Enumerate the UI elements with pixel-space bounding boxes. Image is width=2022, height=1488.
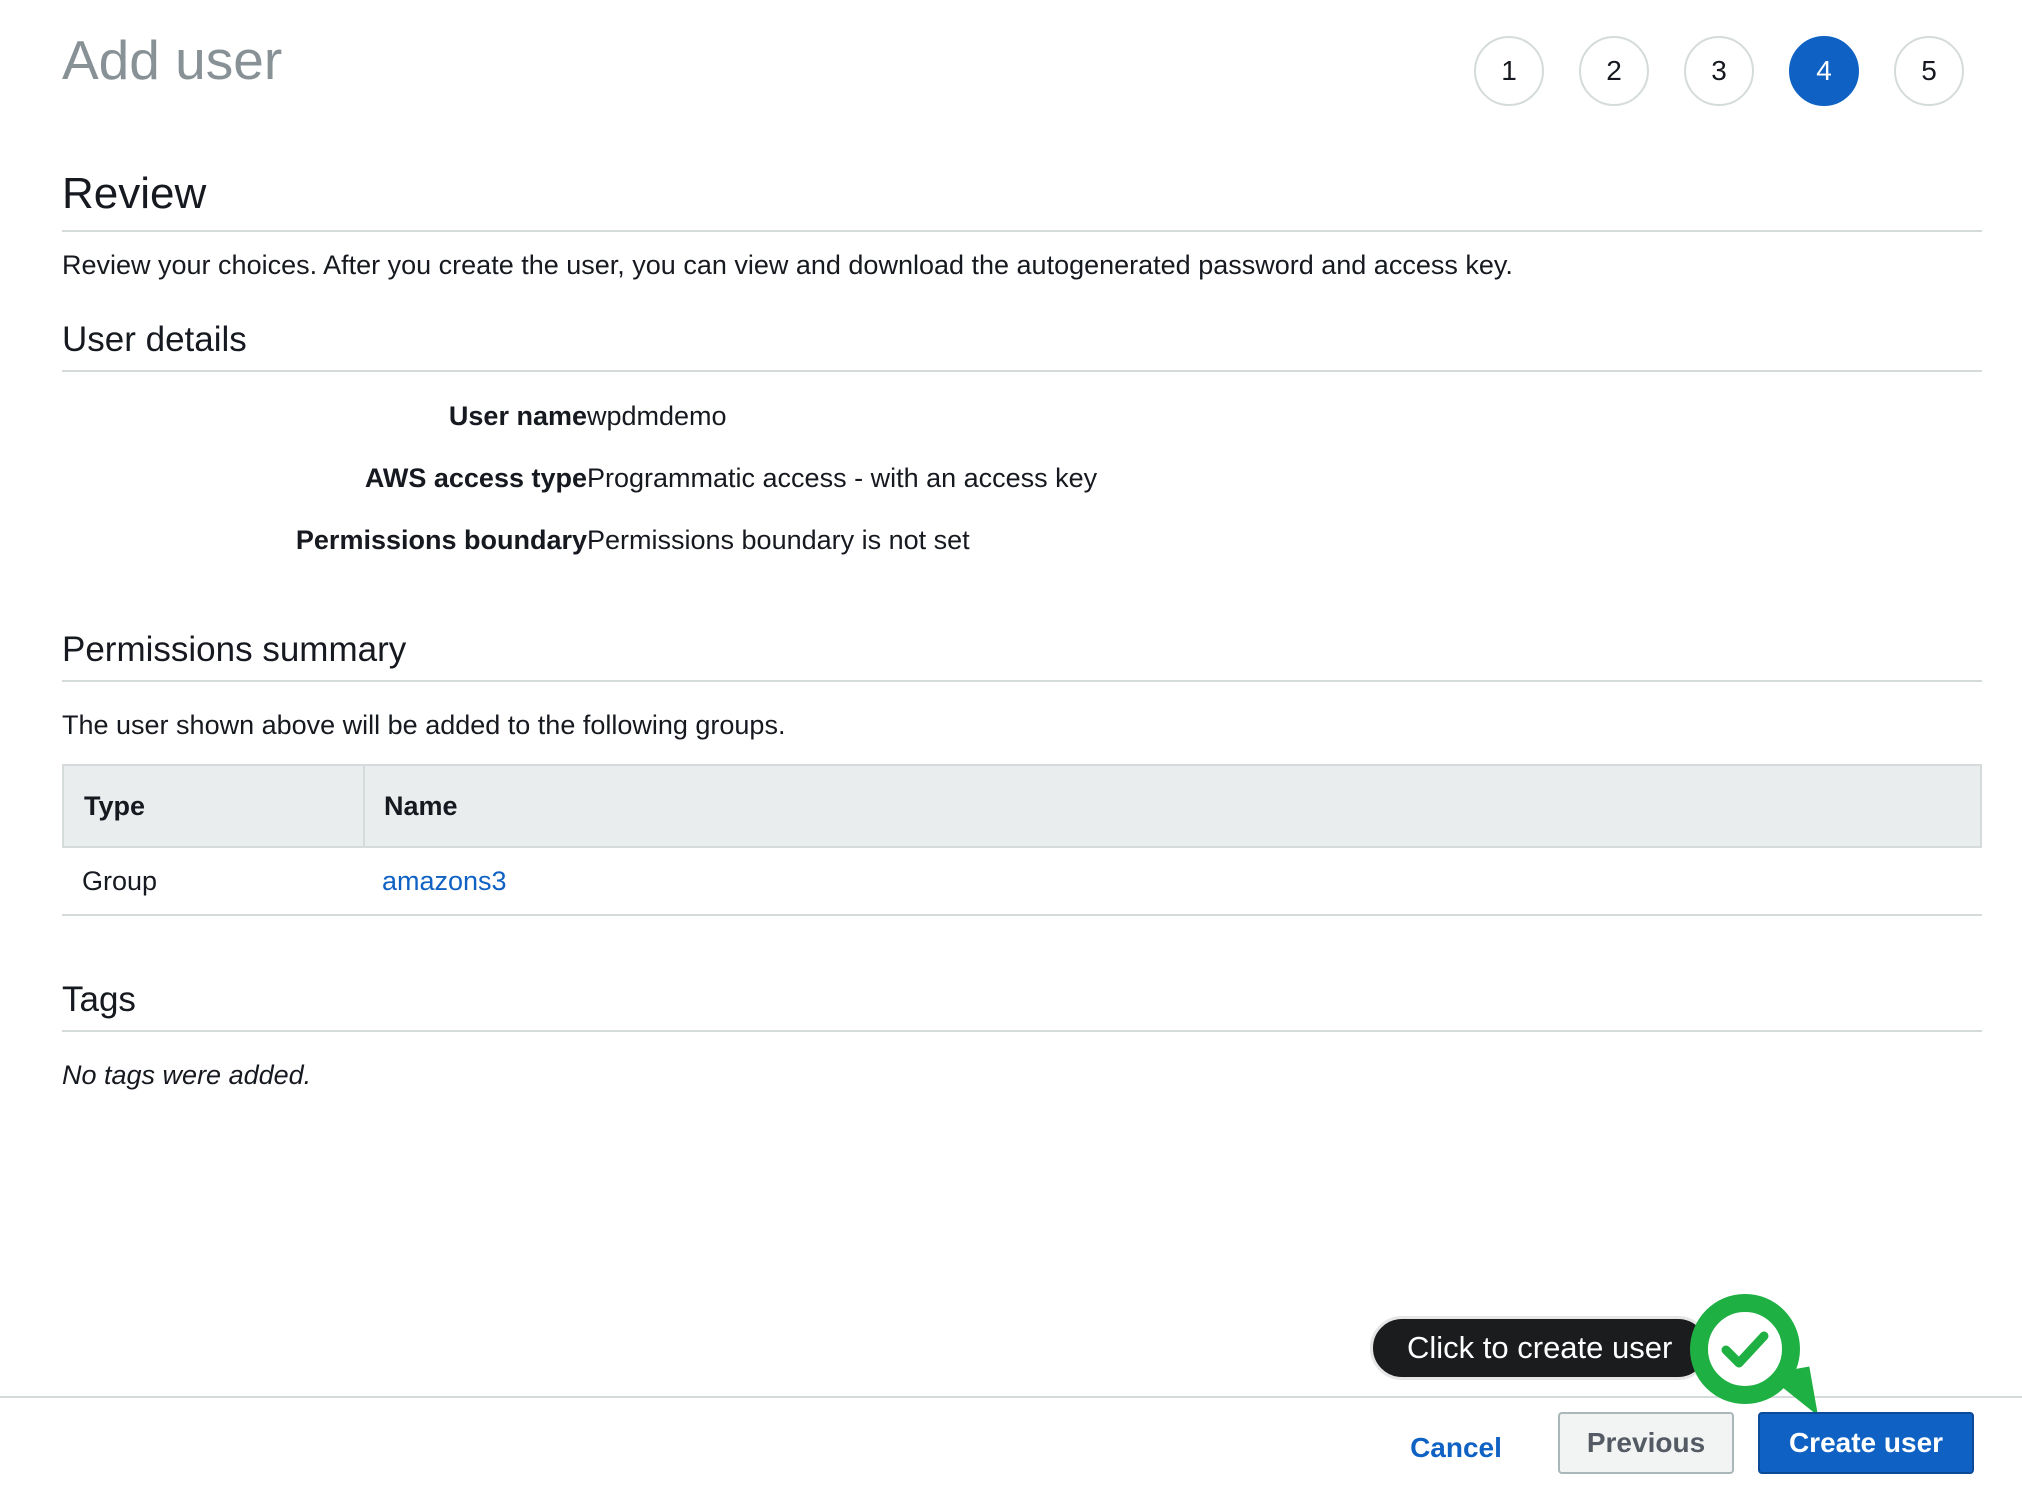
review-divider xyxy=(62,230,1982,232)
step-2[interactable]: 2 xyxy=(1579,36,1649,106)
detail-row-permissions-boundary: Permissions boundary Permissions boundar… xyxy=(62,520,1862,560)
table-row: Group amazons3 xyxy=(62,848,1982,916)
create-user-button[interactable]: Create user xyxy=(1758,1412,1974,1474)
step-3[interactable]: 3 xyxy=(1684,36,1754,106)
user-details-title: User details xyxy=(62,320,247,359)
checkmark-icon xyxy=(1704,1308,1786,1390)
step-1[interactable]: 1 xyxy=(1474,36,1544,106)
step-4: 4 xyxy=(1789,36,1859,106)
detail-row-user-name: User name wpdmdemo xyxy=(62,396,1862,436)
column-header-type[interactable]: Type xyxy=(84,766,145,846)
permissions-summary-title: Permissions summary xyxy=(62,630,407,669)
checkmark-badge xyxy=(1690,1294,1800,1404)
review-title: Review xyxy=(62,169,207,218)
create-user-callout: Click to create user xyxy=(1370,1316,1710,1380)
detail-row-access-type: AWS access type Programmatic access - wi… xyxy=(62,458,1862,498)
detail-label: AWS access type xyxy=(364,463,587,493)
user-details-divider xyxy=(62,370,1982,372)
step-5[interactable]: 5 xyxy=(1894,36,1964,106)
detail-label: Permissions boundary xyxy=(295,525,587,555)
detail-label: User name xyxy=(448,401,587,431)
review-description: Review your choices. After you create th… xyxy=(62,250,1513,280)
permissions-summary-divider xyxy=(62,680,1982,682)
group-link-amazons3[interactable]: amazons3 xyxy=(382,848,507,914)
column-header-name[interactable]: Name xyxy=(384,766,458,846)
permissions-summary-description: The user shown above will be added to th… xyxy=(62,710,786,740)
detail-value: wpdmdemo xyxy=(587,401,727,431)
page-title: Add user xyxy=(62,29,283,91)
tags-empty-text: No tags were added. xyxy=(62,1060,312,1090)
detail-value: Programmatic access - with an access key xyxy=(587,463,1098,493)
cancel-button[interactable]: Cancel xyxy=(1396,1420,1516,1476)
column-divider xyxy=(363,766,365,846)
tags-divider xyxy=(62,1030,1982,1032)
table-header: Type Name xyxy=(62,764,1982,848)
tags-title: Tags xyxy=(62,980,136,1019)
cell-type: Group xyxy=(82,866,158,896)
groups-table: Type Name Group amazons3 xyxy=(62,764,1982,916)
previous-button[interactable]: Previous xyxy=(1558,1412,1734,1474)
detail-value: Permissions boundary is not set xyxy=(587,525,970,555)
